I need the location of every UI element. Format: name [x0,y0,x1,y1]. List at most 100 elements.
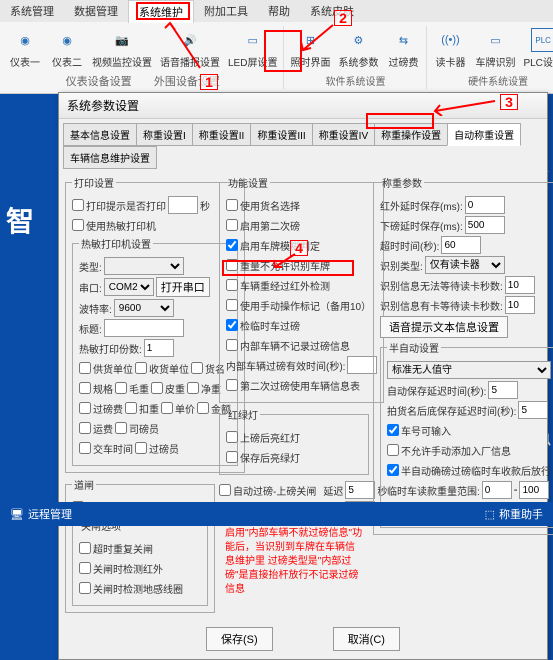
label: 上磅后亮红灯 [240,430,300,445]
ribbon-item-reader[interactable]: ((•))读卡器 [429,26,471,71]
ribbon-item-meter2[interactable]: ◉仪表二 [46,26,88,71]
gate-a[interactable] [79,542,91,554]
tab-weigh3[interactable]: 称重设置III [250,123,312,146]
f-second[interactable] [226,379,238,391]
baud-select[interactable]: 9600 [114,299,174,317]
tab-weigh4[interactable]: 称重设置IV [312,123,375,146]
ribbon-tab-datamgmt[interactable]: 数据管理 [64,0,128,22]
ribbon-item-plate[interactable]: ▭车牌识别 [471,26,519,71]
tab-vehicle[interactable]: 车辆信息维护设置 [63,146,157,169]
ribbon-tab-skin[interactable]: 系统皮肤 [300,0,364,22]
cb0[interactable] [79,362,91,374]
semi-confirm-check[interactable] [387,464,399,476]
dialog-body: 打印设置 打印提示是否打印秒 使用热敏打印机 热敏打印机设置 类型: 串口:CO… [59,169,547,619]
thermal-type[interactable] [104,257,184,275]
label: 交车时间 [93,441,133,456]
cb11[interactable] [79,422,91,434]
gate-b[interactable] [79,562,91,574]
err-delay[interactable] [465,216,505,234]
auto-name[interactable] [518,401,548,419]
light-b[interactable] [226,451,238,463]
tab-op[interactable]: 称重操作设置 [374,123,448,146]
label: 司磅员 [129,421,159,436]
tab-weigh2[interactable]: 称重设置II [192,123,252,146]
cb3[interactable] [79,382,91,394]
f0[interactable] [226,199,238,211]
legend: 打印设置 [72,175,116,190]
ribbon-item-sysparam[interactable]: ⚙系统参数 [334,26,382,71]
tab-basic[interactable]: 基本信息设置 [63,123,137,146]
ribbon-tab-help[interactable]: 帮助 [258,0,300,22]
ribbon-tab-sysmaint[interactable]: 系统维护 [128,0,194,23]
auto-up-check[interactable] [219,484,231,496]
tab-weigh1[interactable]: 称重设置I [136,123,193,146]
open-port-btn[interactable]: 打开串口 [156,277,210,297]
ribbon-label: 语音播报设置 [160,54,220,69]
light-fieldset: 红绿灯 上磅后亮红灯 保存后亮绿灯 [219,407,369,475]
no-manual-check[interactable] [387,444,399,456]
noinfo[interactable] [505,276,535,294]
ir-delay[interactable] [465,196,505,214]
f7[interactable] [226,339,238,351]
ribbon-item-led[interactable]: ▭LED屏设置 [224,26,281,71]
light-a[interactable] [226,431,238,443]
min-b[interactable] [519,481,549,499]
ribbon-item-video[interactable]: 📷视频监控设置 [88,26,156,71]
cb2[interactable] [191,362,203,374]
ribbon-item-ui[interactable]: ⊞照时界面 [286,26,334,71]
f2[interactable] [226,239,238,251]
cb7[interactable] [79,402,91,414]
cb12[interactable] [115,422,127,434]
money-icon: ⇆ [391,28,415,52]
ribbon-tab-sysmgmt[interactable]: 系统管理 [0,0,64,22]
bottom-helper[interactable]: ⬚称重助手 [475,506,553,522]
f3[interactable] [226,259,238,271]
hot-num[interactable] [144,339,174,357]
cb5[interactable] [151,382,163,394]
car-input-check[interactable] [387,424,399,436]
cb6[interactable] [187,382,199,394]
cb14[interactable] [135,442,147,454]
gate-c[interactable] [79,582,91,594]
cb9[interactable] [161,402,173,414]
print-hint-check[interactable] [72,199,84,211]
label: 保存后亮绿灯 [240,450,300,465]
ribbon-label: 过磅费 [388,54,418,69]
annot-num-4: 4 [290,240,308,256]
cb10[interactable] [197,402,209,414]
auto-up-delay[interactable] [345,481,375,499]
voice-btn[interactable]: 语音提示文本信息设置 [380,316,508,338]
cb4[interactable] [115,382,127,394]
min-a[interactable] [482,481,512,499]
f1[interactable] [226,219,238,231]
f6[interactable] [226,319,238,331]
cb13[interactable] [79,442,91,454]
ribbon-item-meter1[interactable]: ◉仪表一 [4,26,46,71]
save-button[interactable]: 保存(S) [206,627,273,651]
f5[interactable] [226,299,238,311]
label: 不允许手动添加入厂信息 [401,443,511,458]
cancel-button[interactable]: 取消(C) [333,627,400,651]
thermal-check[interactable] [72,219,84,231]
label: 临时车读款重量范围: [387,483,480,498]
cb1[interactable] [135,362,147,374]
ribbon-item-fee[interactable]: ⇆ 过磅费 [382,26,424,71]
label: 启用车牌模糊判定 [240,238,320,253]
print-hint-sec[interactable] [168,196,198,214]
rec-type[interactable]: 仅有读卡器 [425,256,505,274]
label: 毛重 [129,381,149,396]
label: 超时时间(秒): [380,238,439,253]
cb8[interactable] [125,402,137,414]
timeout[interactable] [441,236,481,254]
ribbon-item-plc[interactable]: PLCPLC设置 [519,26,553,71]
std-select[interactable]: 标准无人值守 [387,361,551,379]
bottom-remote[interactable]: 🖥远程管理 [0,506,82,522]
f4[interactable] [226,279,238,291]
ribbon-tab-tools[interactable]: 附加工具 [194,0,258,22]
thermal-title[interactable] [104,319,184,337]
auto-save[interactable] [488,381,518,399]
port-select[interactable]: COM2 [104,278,154,296]
tab-auto[interactable]: 自动称重设置 [447,123,521,146]
hascard[interactable] [505,296,535,314]
ribbon-item-voice[interactable]: 🔊语音播报设置 [156,26,224,71]
